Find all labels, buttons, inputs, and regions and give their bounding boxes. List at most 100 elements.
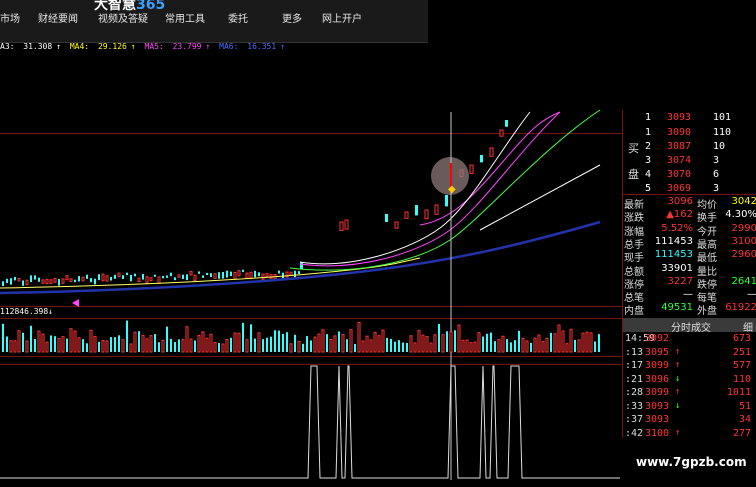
candle bbox=[415, 205, 418, 216]
volume-bar bbox=[321, 329, 325, 353]
tick-direction-icon: ↑ bbox=[675, 346, 681, 357]
candle bbox=[294, 270, 296, 278]
candle bbox=[499, 129, 504, 137]
stat-value: 111453 bbox=[654, 249, 693, 261]
volume-bar bbox=[497, 339, 501, 353]
indicator-line bbox=[0, 365, 620, 479]
candle bbox=[38, 277, 40, 282]
volume-bar bbox=[545, 337, 549, 353]
candle bbox=[202, 275, 204, 278]
volume-bar bbox=[82, 339, 84, 352]
volume-bar bbox=[438, 324, 440, 352]
tick-volume: 277 bbox=[732, 427, 751, 439]
candle bbox=[177, 274, 181, 278]
candle bbox=[206, 272, 208, 276]
candle bbox=[300, 262, 303, 270]
volume-label: 112846.398↓ bbox=[0, 307, 53, 316]
volume-bar bbox=[54, 336, 56, 352]
candle bbox=[385, 214, 388, 222]
tick-price: 3092 bbox=[645, 333, 670, 344]
volume-bar bbox=[133, 331, 137, 353]
kline-chart[interactable]: ◆ bbox=[0, 0, 622, 487]
volume-bar bbox=[178, 339, 180, 352]
volume-bar bbox=[390, 338, 392, 352]
candle bbox=[174, 277, 176, 281]
stat-value: 5.52% bbox=[661, 222, 693, 234]
stat-row: 总笔 — 每笔 — bbox=[623, 289, 756, 304]
volume-bar bbox=[13, 340, 17, 353]
volume-bar bbox=[317, 333, 321, 353]
order-row: 4 3070 6 bbox=[645, 169, 720, 180]
tick-row: :17 3099 ↑ 577 bbox=[623, 360, 756, 374]
tick-time: :33 bbox=[625, 400, 644, 412]
volume-bar bbox=[86, 343, 88, 352]
volume-bar bbox=[557, 324, 561, 353]
candle bbox=[445, 195, 448, 207]
tick-price: 3093 bbox=[645, 414, 670, 425]
candle bbox=[81, 276, 85, 282]
volume-bar bbox=[98, 341, 100, 352]
volume-bar bbox=[530, 342, 532, 352]
candle bbox=[53, 277, 57, 283]
volume-bar bbox=[30, 325, 32, 352]
candle bbox=[278, 270, 280, 274]
candle bbox=[289, 271, 293, 276]
volume-bar bbox=[553, 333, 557, 353]
ticks-header[interactable]: 分时成交 细 bbox=[623, 318, 756, 334]
candle bbox=[166, 275, 168, 278]
volume-bar bbox=[326, 334, 328, 352]
volume-bar bbox=[501, 335, 505, 353]
candle bbox=[45, 278, 49, 285]
volume-bar bbox=[185, 326, 189, 353]
volume-bar bbox=[89, 329, 93, 353]
candle bbox=[249, 271, 253, 279]
volume-bar bbox=[421, 334, 425, 353]
volume-bar bbox=[149, 335, 153, 353]
volume-bar bbox=[589, 332, 593, 353]
volume-bar bbox=[357, 321, 361, 353]
volume-bar bbox=[574, 339, 576, 352]
volume-bar bbox=[585, 331, 589, 353]
volume-bar bbox=[274, 330, 276, 352]
volume-bar bbox=[73, 330, 77, 353]
volume-bar bbox=[541, 341, 545, 353]
candle bbox=[189, 270, 193, 276]
volume-bar bbox=[69, 328, 73, 353]
volume-bar bbox=[417, 330, 421, 353]
stat-row: 现手 111453 最低 2960 bbox=[623, 249, 756, 264]
volume-bar bbox=[346, 339, 348, 352]
ticks-title: 分时成交 bbox=[671, 323, 711, 334]
candle bbox=[157, 276, 161, 284]
volume-bar bbox=[446, 331, 448, 352]
candle bbox=[25, 279, 29, 286]
volume-bar bbox=[537, 334, 541, 353]
candle bbox=[339, 221, 344, 231]
stat-value: 2641 bbox=[731, 275, 756, 287]
stat-value: 4.30% bbox=[725, 209, 756, 221]
volume-bar bbox=[57, 338, 61, 353]
ma-white-line bbox=[299, 111, 531, 265]
candle bbox=[137, 277, 141, 282]
candle bbox=[226, 270, 228, 278]
order-row: 2 3087 10 bbox=[645, 141, 726, 152]
candle bbox=[282, 272, 284, 279]
candle bbox=[480, 155, 483, 163]
stat-value: 111453 bbox=[654, 235, 693, 247]
candle bbox=[261, 273, 265, 280]
volume-bar bbox=[454, 330, 456, 352]
stat-value: — bbox=[683, 289, 693, 301]
volume-bar bbox=[461, 339, 465, 353]
candle bbox=[404, 211, 409, 219]
candle bbox=[78, 276, 80, 282]
candle bbox=[489, 147, 494, 157]
tick-row: :37 3093 34 bbox=[623, 414, 756, 428]
stat-value: 3042 bbox=[731, 196, 756, 207]
quote-panel: 买 盘 1 3093 101 1 3090 110 2 3087 10 3 3074 3 4 30… bbox=[622, 110, 756, 439]
tick-volume: 673 bbox=[732, 333, 751, 344]
ticks-detail-tab[interactable]: 细 bbox=[743, 319, 753, 334]
stat-row: 总额 33901 量比 bbox=[623, 263, 756, 278]
tick-time: :37 bbox=[625, 414, 644, 425]
tick-row: :42 3100 ↑ 277 bbox=[623, 428, 756, 442]
volume-bar bbox=[365, 335, 369, 353]
volume-bar bbox=[209, 333, 213, 353]
